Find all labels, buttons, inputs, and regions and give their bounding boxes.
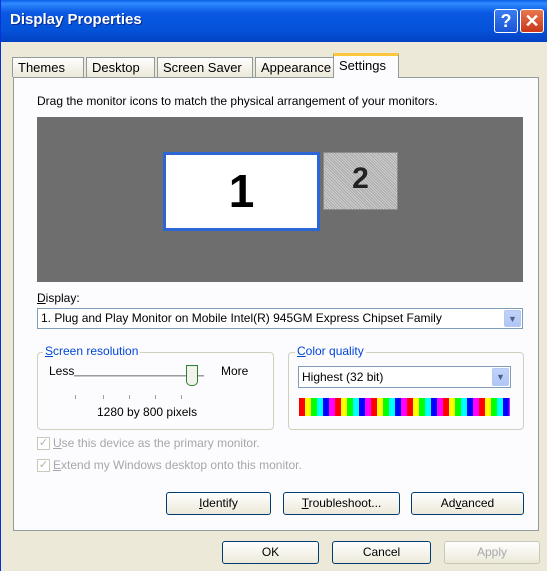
window-title: Display Properties <box>10 11 142 28</box>
color-quality-group <box>288 352 524 430</box>
slider-tick <box>103 395 104 399</box>
slider-tick <box>155 395 156 399</box>
slider-tick <box>181 395 182 399</box>
display-select-value: 1. Plug and Play Monitor on Mobile Intel… <box>41 311 442 325</box>
title-bar[interactable]: Display Properties ? ✕ <box>1 0 547 42</box>
troubleshoot-button[interactable]: Troubleshoot... <box>283 492 400 515</box>
tab-appearance[interactable]: Appearance <box>255 57 344 77</box>
slider-tick <box>129 395 130 399</box>
checkmark-icon[interactable]: ✓ <box>37 437 50 450</box>
advanced-button[interactable]: Advanced <box>411 492 524 515</box>
resolution-slider-thumb[interactable] <box>186 365 198 386</box>
monitor-2-icon[interactable]: 2 <box>323 152 398 210</box>
identify-button[interactable]: Identify <box>166 492 271 515</box>
tab-desktop[interactable]: Desktop <box>86 57 155 77</box>
color-quality-label: Color quality <box>295 344 366 358</box>
chevron-down-icon[interactable]: ▼ <box>504 310 521 327</box>
tab-themes[interactable]: Themes <box>12 57 84 77</box>
primary-monitor-checkbox-label: Use this device as the primary monitor. <box>53 436 260 450</box>
color-spectrum-bar <box>299 398 510 416</box>
instruction-text: Drag the monitor icons to match the phys… <box>37 94 438 108</box>
checkmark-icon[interactable]: ✓ <box>37 459 50 472</box>
resolution-slider[interactable] <box>74 375 204 378</box>
resolution-value: 1280 by 800 pixels <box>97 405 198 419</box>
screen-resolution-label: Screen resolution <box>43 344 141 358</box>
tab-settings[interactable]: Settings <box>333 53 399 78</box>
display-select[interactable]: 1. Plug and Play Monitor on Mobile Intel… <box>37 308 523 329</box>
cancel-button[interactable]: Cancel <box>332 541 431 564</box>
help-icon[interactable]: ? <box>494 9 518 33</box>
extend-desktop-checkbox-label: Extend my Windows desktop onto this moni… <box>53 458 302 472</box>
color-quality-select[interactable]: Highest (32 bit) ▼ <box>298 366 511 388</box>
ok-button[interactable]: OK <box>222 541 319 564</box>
resolution-more-label: More <box>221 364 249 378</box>
slider-tick <box>75 395 76 399</box>
chevron-down-icon[interactable]: ▼ <box>492 368 509 386</box>
apply-button[interactable]: Apply <box>444 541 540 564</box>
tab-screen-saver[interactable]: Screen Saver <box>157 57 253 77</box>
monitor-1-icon[interactable]: 1 <box>163 152 320 231</box>
color-quality-value: Highest (32 bit) <box>302 370 384 384</box>
close-icon[interactable]: ✕ <box>520 9 544 33</box>
display-properties-window: Display Properties ? ✕ Themes Desktop Sc… <box>0 0 547 571</box>
display-label: Display: <box>37 291 80 305</box>
resolution-less-label: Less <box>49 364 75 378</box>
